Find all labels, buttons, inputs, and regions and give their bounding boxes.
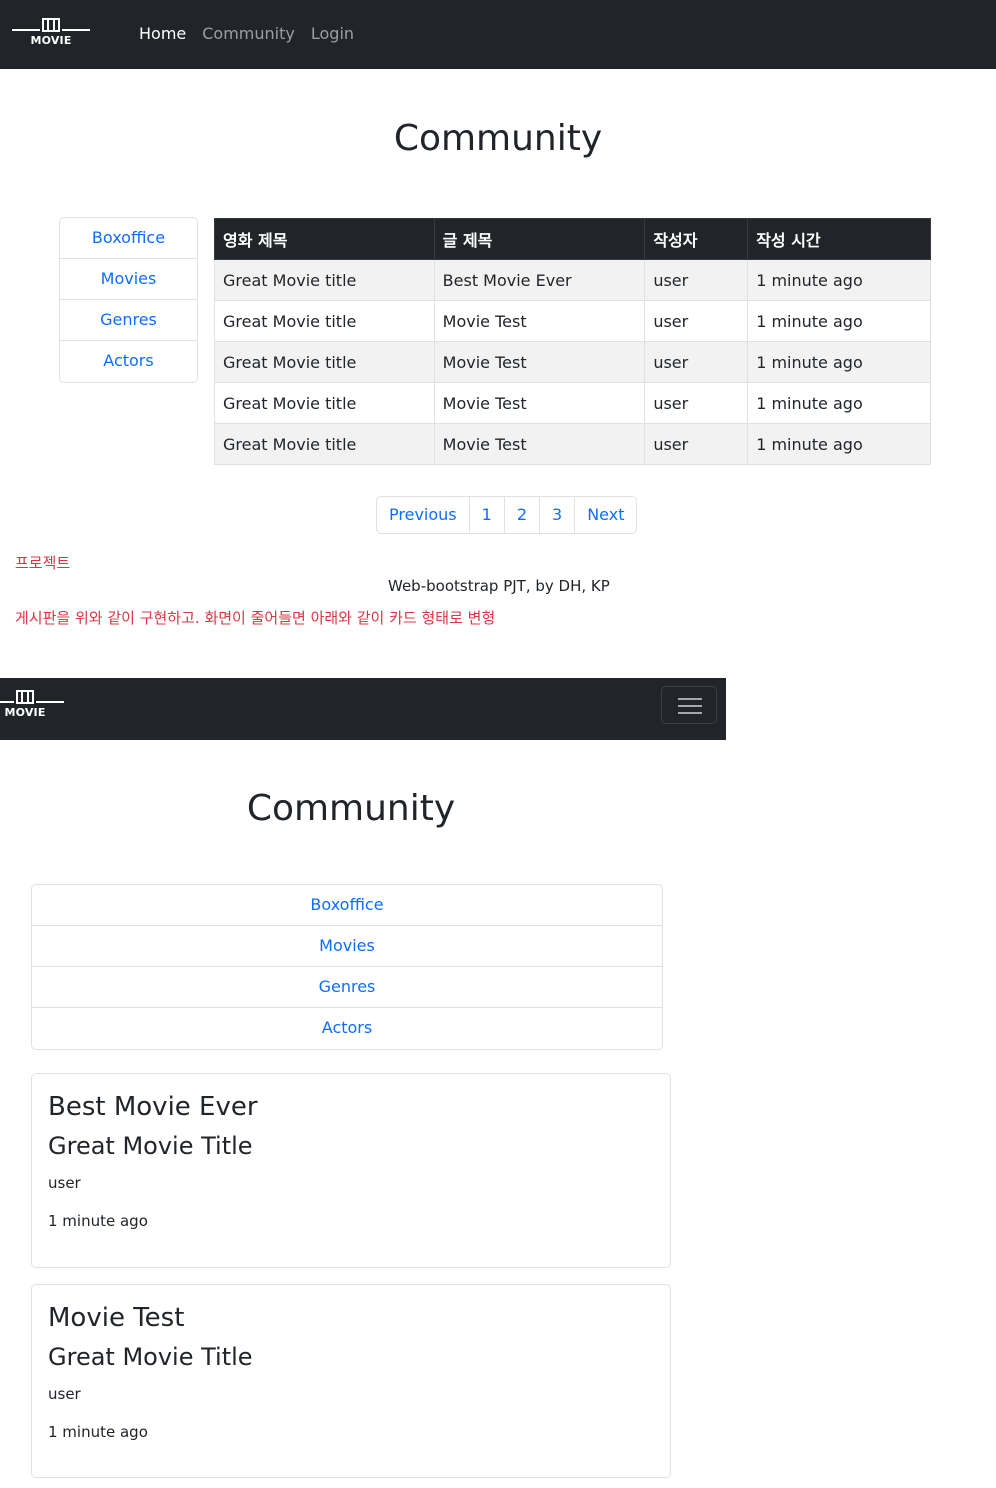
sidebar-item-actors[interactable]: Actors xyxy=(60,341,197,382)
sidebar-item-movies[interactable]: Movies xyxy=(60,259,197,300)
cell-post-title: Best Movie Ever xyxy=(433,259,646,301)
cell-post-title: Movie Test xyxy=(433,300,646,342)
cell-time: 1 minute ago xyxy=(747,423,931,465)
mobile-navbar: MOVIE xyxy=(0,678,726,740)
project-note: 프로젝트 xyxy=(15,554,71,572)
cell-movie-title: Great Movie title xyxy=(214,341,435,383)
sidebar-list: Boxoffice Movies Genres Actors xyxy=(59,217,198,383)
logo-text: MOVIE xyxy=(30,34,72,47)
card-author: user xyxy=(48,1385,81,1403)
page-title: Community xyxy=(393,118,603,159)
mobile-sidebar-list: Boxoffice Movies Genres Actors xyxy=(31,884,663,1050)
cell-author: user xyxy=(644,423,749,465)
post-card[interactable]: Movie Test Great Movie Title user 1 minu… xyxy=(31,1284,671,1478)
movie-logo[interactable]: MOVIE xyxy=(0,688,66,728)
card-time: 1 minute ago xyxy=(48,1423,148,1441)
cell-time: 1 minute ago xyxy=(747,341,931,383)
nav-home-link[interactable]: Home xyxy=(139,24,186,43)
cell-movie-title: Great Movie title xyxy=(214,259,435,301)
cell-author: user xyxy=(644,382,749,424)
page-2-button[interactable]: 2 xyxy=(505,497,540,533)
pagination: Previous 1 2 3 Next xyxy=(376,496,638,534)
cell-time: 1 minute ago xyxy=(747,382,931,424)
cell-author: user xyxy=(644,341,749,383)
mobile-page-title: Community xyxy=(246,788,456,829)
footer-credit: Web-bootstrap PJT, by DH, KP xyxy=(388,577,610,595)
cell-time: 1 minute ago xyxy=(747,259,931,301)
header-author: 작성자 xyxy=(644,218,749,260)
movie-logo[interactable]: MOVIE xyxy=(12,16,92,56)
sidebar-item-boxoffice[interactable]: Boxoffice xyxy=(32,885,662,926)
table-row[interactable]: Great Movie title Movie Test user 1 minu… xyxy=(214,382,931,424)
nav-community-link[interactable]: Community xyxy=(202,24,295,43)
logo-text: MOVIE xyxy=(4,706,46,719)
header-time: 작성 시간 xyxy=(747,218,931,260)
nav-links: Home Community Login xyxy=(139,24,354,43)
card-movie-title: Great Movie Title xyxy=(48,1343,253,1371)
card-title: Best Movie Ever xyxy=(48,1092,258,1122)
nav-login-link[interactable]: Login xyxy=(311,24,354,43)
page-previous-button[interactable]: Previous xyxy=(377,497,470,533)
hamburger-icon xyxy=(678,698,702,700)
cell-movie-title: Great Movie title xyxy=(214,300,435,342)
cell-author: user xyxy=(644,259,749,301)
post-card[interactable]: Best Movie Ever Great Movie Title user 1… xyxy=(31,1073,671,1268)
desktop-navbar: MOVIE Home Community Login xyxy=(0,0,996,69)
cell-post-title: Movie Test xyxy=(433,382,646,424)
table-header-row: 영화 제목 글 제목 작성자 작성 시간 xyxy=(214,218,931,260)
cell-time: 1 minute ago xyxy=(747,300,931,342)
cell-post-title: Movie Test xyxy=(433,341,646,383)
page-3-button[interactable]: 3 xyxy=(540,497,576,533)
sidebar-item-movies[interactable]: Movies xyxy=(32,926,662,967)
navbar-toggler-button[interactable] xyxy=(661,686,717,724)
card-time: 1 minute ago xyxy=(48,1212,148,1230)
card-author: user xyxy=(48,1174,81,1192)
header-movie-title: 영화 제목 xyxy=(214,218,435,260)
table-row[interactable]: Great Movie title Movie Test user 1 minu… xyxy=(214,300,931,342)
page-1-button[interactable]: 1 xyxy=(470,497,505,533)
table-row[interactable]: Great Movie title Movie Test user 1 minu… xyxy=(214,341,931,383)
card-title: Movie Test xyxy=(48,1303,185,1333)
sidebar-item-genres[interactable]: Genres xyxy=(32,967,662,1008)
header-post-title: 글 제목 xyxy=(433,218,646,260)
page-next-button[interactable]: Next xyxy=(575,497,636,533)
cell-movie-title: Great Movie title xyxy=(214,423,435,465)
table-row[interactable]: Great Movie title Movie Test user 1 minu… xyxy=(214,423,931,465)
cell-movie-title: Great Movie title xyxy=(214,382,435,424)
table-row[interactable]: Great Movie title Best Movie Ever user 1… xyxy=(214,259,931,301)
cell-author: user xyxy=(644,300,749,342)
sidebar-item-genres[interactable]: Genres xyxy=(60,300,197,341)
card-movie-title: Great Movie Title xyxy=(48,1132,253,1160)
sidebar-item-actors[interactable]: Actors xyxy=(32,1008,662,1049)
description-note: 게시판을 위와 같이 구현하고. 화면이 줄어들면 아래와 같이 카드 형태로 … xyxy=(15,609,496,627)
sidebar-item-boxoffice[interactable]: Boxoffice xyxy=(60,218,197,259)
community-table: 영화 제목 글 제목 작성자 작성 시간 Great Movie title B… xyxy=(214,218,931,465)
cell-post-title: Movie Test xyxy=(433,423,646,465)
